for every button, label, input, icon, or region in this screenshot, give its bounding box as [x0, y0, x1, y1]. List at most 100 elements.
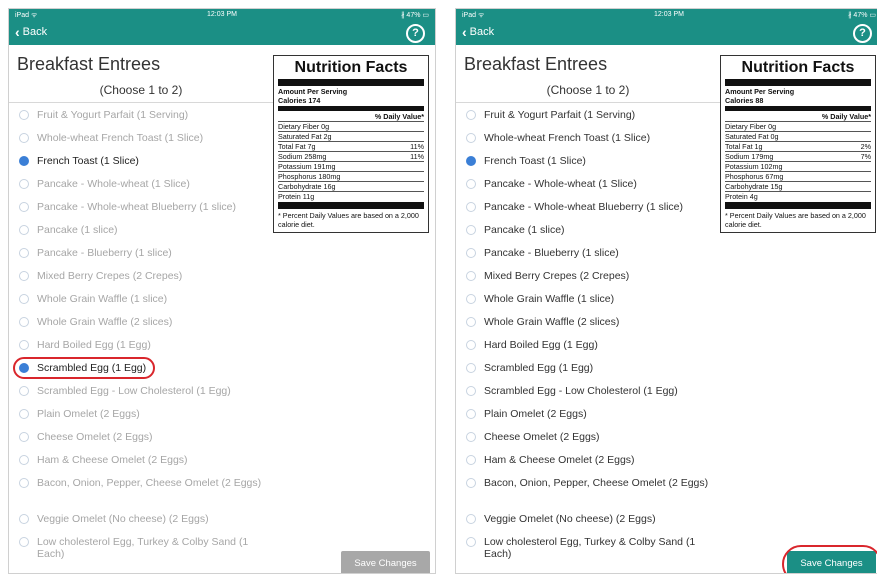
radio-button[interactable]: [19, 225, 29, 235]
radio-button[interactable]: [19, 133, 29, 143]
radio-button[interactable]: [466, 478, 476, 488]
radio-button[interactable]: [466, 455, 476, 465]
radio-button[interactable]: [466, 514, 476, 524]
list-item[interactable]: Cheese Omelet (2 Eggs): [9, 426, 271, 449]
protein-value: Protein 11g: [278, 192, 315, 201]
nf-rule: [725, 79, 871, 86]
radio-button[interactable]: [466, 225, 476, 235]
list-item[interactable]: Fruit & Yogurt Parfait (1 Serving): [9, 104, 271, 127]
radio-button[interactable]: [19, 294, 29, 304]
list-item[interactable]: Whole Grain Waffle (2 slices): [9, 311, 271, 334]
list-item[interactable]: Whole Grain Waffle (2 slices): [456, 311, 718, 334]
radio-button[interactable]: [466, 363, 476, 373]
list-item[interactable]: Pancake (1 slice): [9, 219, 271, 242]
list-item[interactable]: Ham & Cheese Omelet (2 Eggs): [9, 449, 271, 472]
page-subtitle: (Choose 1 to 2): [99, 83, 183, 97]
list-item[interactable]: Hard Boiled Egg (1 Egg): [456, 334, 718, 357]
phosphorus-value: Phosphorus 67mg: [725, 172, 784, 181]
list-item[interactable]: Low cholesterol Egg, Turkey & Colby Sand…: [456, 531, 718, 567]
radio-button[interactable]: [19, 455, 29, 465]
fiber-value: Dietary Fiber 0g: [278, 122, 330, 131]
list-item[interactable]: French Toast (1 Slice): [456, 150, 718, 173]
list-item[interactable]: Bacon, Onion, Pepper, Cheese Omelet (2 E…: [456, 472, 718, 508]
radio-button[interactable]: [19, 317, 29, 327]
list-item[interactable]: Veggie Omelet (No cheese) (2 Eggs): [9, 508, 271, 531]
radio-button[interactable]: [466, 133, 476, 143]
radio-button[interactable]: [19, 202, 29, 212]
list-item-label: Ham & Cheese Omelet (2 Eggs): [37, 454, 188, 466]
radio-button[interactable]: [19, 386, 29, 396]
list-item[interactable]: Whole-wheat French Toast (1 Slice): [456, 127, 718, 150]
back-button[interactable]: ‹ Back: [462, 25, 494, 39]
page-subtitle: (Choose 1 to 2): [546, 83, 630, 97]
list-item[interactable]: Whole-wheat French Toast (1 Slice): [9, 127, 271, 150]
list-item[interactable]: Scrambled Egg (1 Egg): [456, 357, 718, 380]
list-item[interactable]: Scrambled Egg - Low Cholesterol (1 Egg): [456, 380, 718, 403]
radio-button[interactable]: [19, 478, 29, 488]
radio-button[interactable]: [466, 317, 476, 327]
list-item[interactable]: Ham & Cheese Omelet (2 Eggs): [456, 449, 718, 472]
nav-bar: ‹ Back ?: [9, 21, 435, 45]
potassium-row: Potassium 191mg: [278, 162, 424, 172]
list-item[interactable]: Pancake - Whole-wheat (1 Slice): [9, 173, 271, 196]
list-item[interactable]: Whole Grain Waffle (1 slice): [456, 288, 718, 311]
list-item[interactable]: Pancake - Whole-wheat Blueberry (1 slice…: [456, 196, 718, 219]
potassium-row: Potassium 102mg: [725, 162, 871, 172]
radio-button[interactable]: [466, 179, 476, 189]
help-button[interactable]: ?: [406, 24, 425, 43]
radio-button[interactable]: [466, 340, 476, 350]
list-item-label: Whole Grain Waffle (2 slices): [484, 316, 620, 328]
radio-button[interactable]: [19, 271, 29, 281]
list-item[interactable]: Plain Omelet (2 Eggs): [456, 403, 718, 426]
list-item[interactable]: Plain Omelet (2 Eggs): [9, 403, 271, 426]
radio-button[interactable]: [466, 202, 476, 212]
list-item[interactable]: Bacon, Onion, Pepper, Cheese Omelet (2 E…: [9, 472, 271, 508]
list-item-label: Low cholesterol Egg, Turkey & Colby Sand…: [37, 536, 249, 560]
list-item-label: French Toast (1 Slice): [484, 155, 586, 167]
back-button[interactable]: ‹ Back: [15, 25, 48, 39]
list-item[interactable]: Pancake (1 slice): [456, 219, 718, 242]
list-item[interactable]: Whole Grain Waffle (1 slice): [9, 288, 271, 311]
list-item[interactable]: Low cholesterol Egg, Turkey & Colby Sand…: [9, 531, 271, 567]
list-item[interactable]: Cheese Omelet (2 Eggs): [456, 426, 718, 449]
radio-button[interactable]: [19, 179, 29, 189]
radio-button[interactable]: [19, 537, 29, 547]
list-item[interactable]: Fruit & Yogurt Parfait (1 Serving): [456, 104, 718, 127]
radio-button[interactable]: [19, 248, 29, 258]
radio-button[interactable]: [19, 514, 29, 524]
radio-button[interactable]: [466, 537, 476, 547]
radio-button[interactable]: [19, 432, 29, 442]
list-item-label: Veggie Omelet (No cheese) (2 Eggs): [37, 513, 209, 525]
radio-button[interactable]: [466, 248, 476, 258]
radio-button[interactable]: [466, 271, 476, 281]
protein-value: Protein 4g: [725, 192, 758, 201]
list-item-label: Pancake - Whole-wheat Blueberry (1 slice…: [484, 201, 683, 213]
radio-button[interactable]: [466, 409, 476, 419]
entree-list: Fruit & Yogurt Parfait (1 Serving) Whole-…: [9, 104, 271, 567]
radio-button[interactable]: [466, 294, 476, 304]
help-button[interactable]: ?: [853, 24, 872, 43]
nutrition-footnote: * Percent Daily Values are based on a 2,…: [278, 211, 419, 229]
list-item[interactable]: Veggie Omelet (No cheese) (2 Eggs): [456, 508, 718, 531]
radio-button[interactable]: [19, 156, 29, 166]
list-item[interactable]: Scrambled Egg - Low Cholesterol (1 Egg): [9, 380, 271, 403]
radio-button[interactable]: [466, 432, 476, 442]
nutrition-facts-panel: Nutrition Facts Amount Per Serving Calor…: [273, 55, 429, 233]
radio-button[interactable]: [466, 110, 476, 120]
save-changes-button-disabled[interactable]: Save Changes: [341, 551, 430, 573]
radio-button[interactable]: [466, 386, 476, 396]
list-item[interactable]: French Toast (1 Slice): [9, 150, 271, 173]
back-label: Back: [22, 26, 48, 38]
list-item[interactable]: Pancake - Whole-wheat Blueberry (1 slice…: [9, 196, 271, 219]
radio-button[interactable]: [19, 340, 29, 350]
list-item[interactable]: Hard Boiled Egg (1 Egg): [9, 334, 271, 357]
list-item[interactable]: Pancake - Whole-wheat (1 Slice): [456, 173, 718, 196]
list-item[interactable]: Mixed Berry Crepes (2 Crepes): [9, 265, 271, 288]
list-item[interactable]: Mixed Berry Crepes (2 Crepes): [456, 265, 718, 288]
radio-button[interactable]: [466, 156, 476, 166]
radio-button[interactable]: [19, 110, 29, 120]
selection-highlight-annotation: [13, 357, 155, 379]
radio-button[interactable]: [19, 409, 29, 419]
list-item[interactable]: Pancake - Blueberry (1 slice): [9, 242, 271, 265]
list-item[interactable]: Pancake - Blueberry (1 slice): [456, 242, 718, 265]
